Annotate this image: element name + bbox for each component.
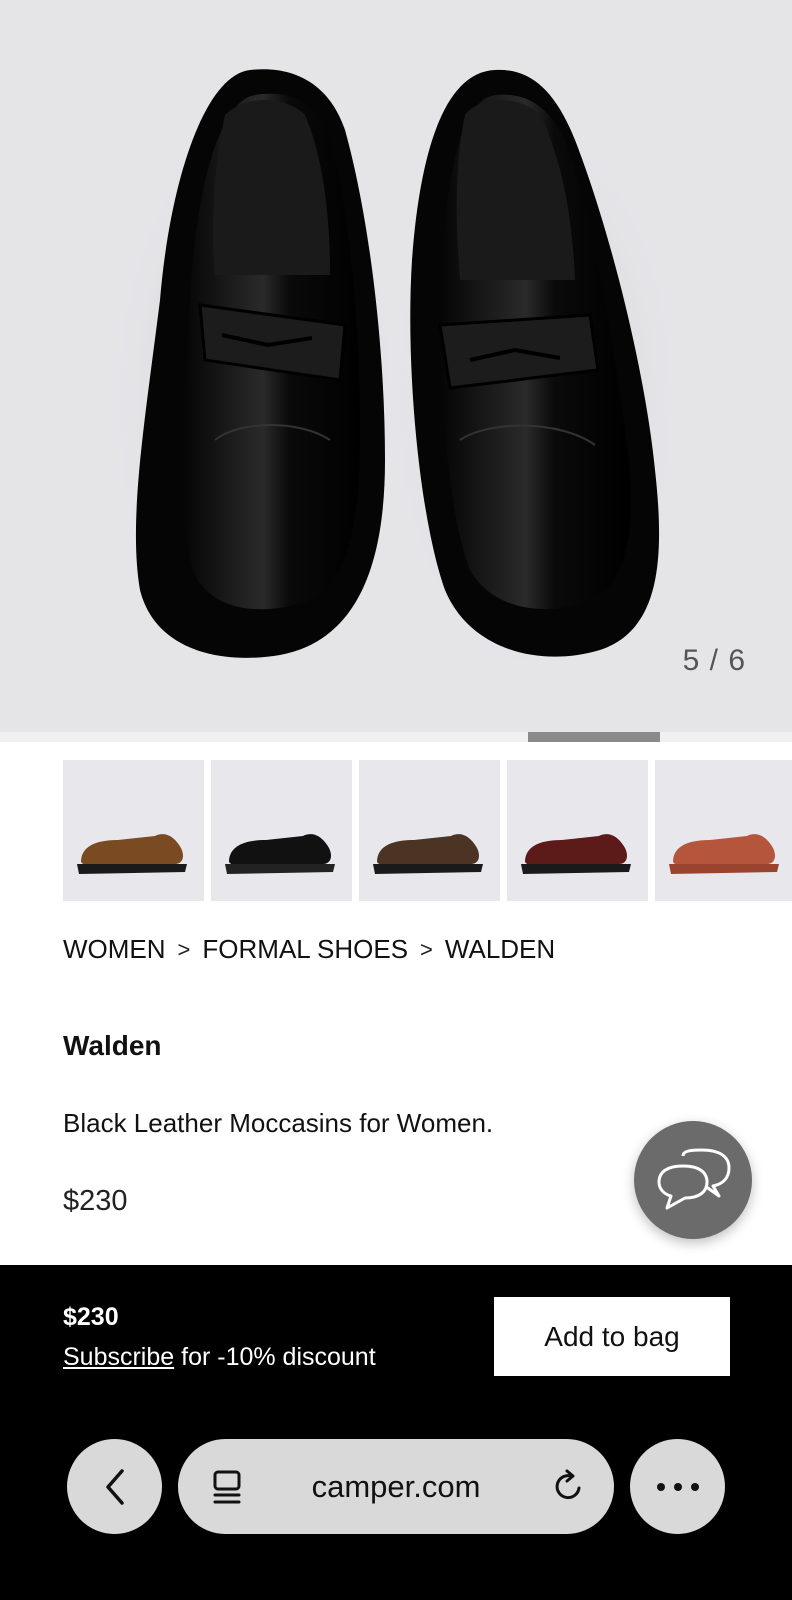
bottom-action-bar: $230 Subscribe for -10% discount Add to … — [0, 1265, 792, 1600]
url-text: camper.com — [311, 1468, 481, 1504]
loafer-thumb-dark-brown — [373, 834, 483, 874]
breadcrumb-separator: > — [420, 936, 433, 962]
product-price: $230 — [63, 1185, 128, 1217]
product-description: Black Leather Moccasins for Women. — [63, 1108, 494, 1138]
breadcrumb-walden[interactable]: WALDEN — [445, 934, 555, 965]
loafers-image — [105, 69, 685, 690]
loafer-thumb-brown — [77, 834, 187, 874]
add-to-bag-button[interactable]: Add to bag — [494, 1297, 730, 1376]
loafer-thumb-black — [225, 834, 335, 874]
product-hero-image[interactable]: 5 / 6 — [0, 0, 792, 732]
reload-icon[interactable] — [550, 1468, 586, 1504]
thumbnail-dark-brown[interactable] — [359, 760, 500, 901]
loafer-thumb-terracotta — [669, 834, 779, 874]
loafer-thumb-burgundy — [521, 834, 631, 874]
breadcrumb-formal-shoes[interactable]: FORMAL SHOES — [202, 934, 408, 965]
breadcrumb: WOMEN > FORMAL SHOES > WALDEN — [63, 934, 555, 965]
back-button[interactable] — [67, 1439, 162, 1534]
chat-button[interactable] — [634, 1121, 752, 1239]
gallery-counter: 5 / 6 — [682, 644, 746, 677]
thumbnail-black[interactable] — [211, 760, 352, 901]
thumbnail-strip — [63, 760, 792, 902]
gallery-progress-indicator — [528, 732, 660, 742]
thumbnail-brown[interactable] — [63, 760, 204, 901]
address-bar[interactable]: camper.com — [178, 1439, 614, 1534]
subscribe-offer-text: for -10% discount — [174, 1343, 376, 1371]
bottom-price: $230 — [63, 1303, 119, 1331]
gallery-progress-track — [0, 732, 792, 742]
more-button[interactable] — [630, 1439, 725, 1534]
product-title: Walden — [63, 1030, 162, 1061]
subscribe-offer: Subscribe for -10% discount — [63, 1343, 376, 1372]
more-icon — [656, 1482, 699, 1491]
breadcrumb-separator: > — [177, 936, 191, 962]
thumbnail-burgundy[interactable] — [507, 760, 648, 901]
chevron-left-icon — [105, 1468, 124, 1505]
chat-bubbles-icon — [657, 1148, 731, 1210]
breadcrumb-women[interactable]: WOMEN — [63, 934, 166, 965]
thumbnail-terracotta[interactable] — [655, 760, 792, 901]
subscribe-link[interactable]: Subscribe — [63, 1343, 174, 1371]
